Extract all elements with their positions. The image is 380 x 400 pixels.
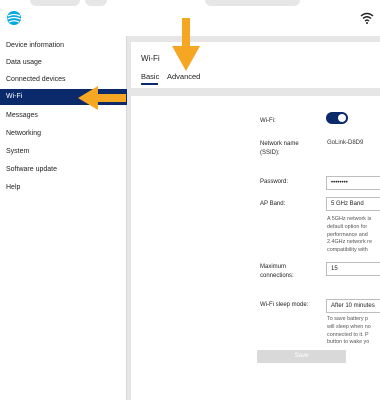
- wifi-toggle[interactable]: [326, 112, 348, 124]
- sidebar-item-device-information[interactable]: Device information: [0, 38, 127, 54]
- network-name-label: Network name (SSID):: [260, 141, 299, 156]
- sleep-mode-select[interactable]: After 10 minutes: [326, 299, 380, 313]
- wifi-settings-form: Wi-Fi: Network name (SSID): GoLink-D8D9 …: [131, 96, 380, 400]
- sidebar-item-software-update[interactable]: Software update: [0, 162, 127, 178]
- status-pill: [30, 0, 80, 6]
- wifi-signal-icon: [360, 12, 374, 24]
- status-pill: [85, 0, 107, 6]
- wifi-label: Wi-Fi:: [260, 118, 276, 124]
- orange-arrow-icon: [172, 18, 200, 71]
- page-title: Wi-Fi: [141, 54, 160, 63]
- save-button[interactable]: Save: [257, 350, 346, 363]
- max-connections-select[interactable]: 15: [326, 262, 380, 276]
- sidebar-item-networking[interactable]: Networking: [0, 126, 127, 142]
- orange-arrow-icon: [78, 86, 126, 110]
- toggle-knob: [338, 114, 346, 122]
- page-header: Wi-Fi Basic Advanced: [131, 42, 380, 88]
- max-connections-label: Maximum connections:: [260, 264, 294, 279]
- sidebar-item-help[interactable]: Help: [0, 180, 127, 196]
- ap-band-hint: A 5GHz network is default option for per…: [327, 216, 372, 254]
- sidebar-item-data-usage[interactable]: Data usage: [0, 55, 127, 71]
- ap-band-label: AP Band:: [260, 201, 286, 207]
- network-name-value: GoLink-D8D9: [327, 140, 364, 146]
- sleep-mode-label: Wi-Fi sleep mode:: [260, 302, 309, 308]
- sidebar-item-system[interactable]: System: [0, 144, 127, 160]
- tab-advanced[interactable]: Advanced: [167, 72, 200, 81]
- status-pill: [205, 0, 300, 6]
- ap-band-select[interactable]: 5 GHz Band: [326, 197, 380, 211]
- password-label: Password:: [260, 179, 289, 185]
- tab-basic[interactable]: Basic: [141, 72, 159, 81]
- att-globe-icon: [7, 11, 21, 25]
- password-field[interactable]: ••••••••: [326, 176, 380, 190]
- sleep-mode-hint: To save battery p will sleep when no con…: [327, 316, 371, 346]
- tab-selected-indicator: [141, 83, 158, 85]
